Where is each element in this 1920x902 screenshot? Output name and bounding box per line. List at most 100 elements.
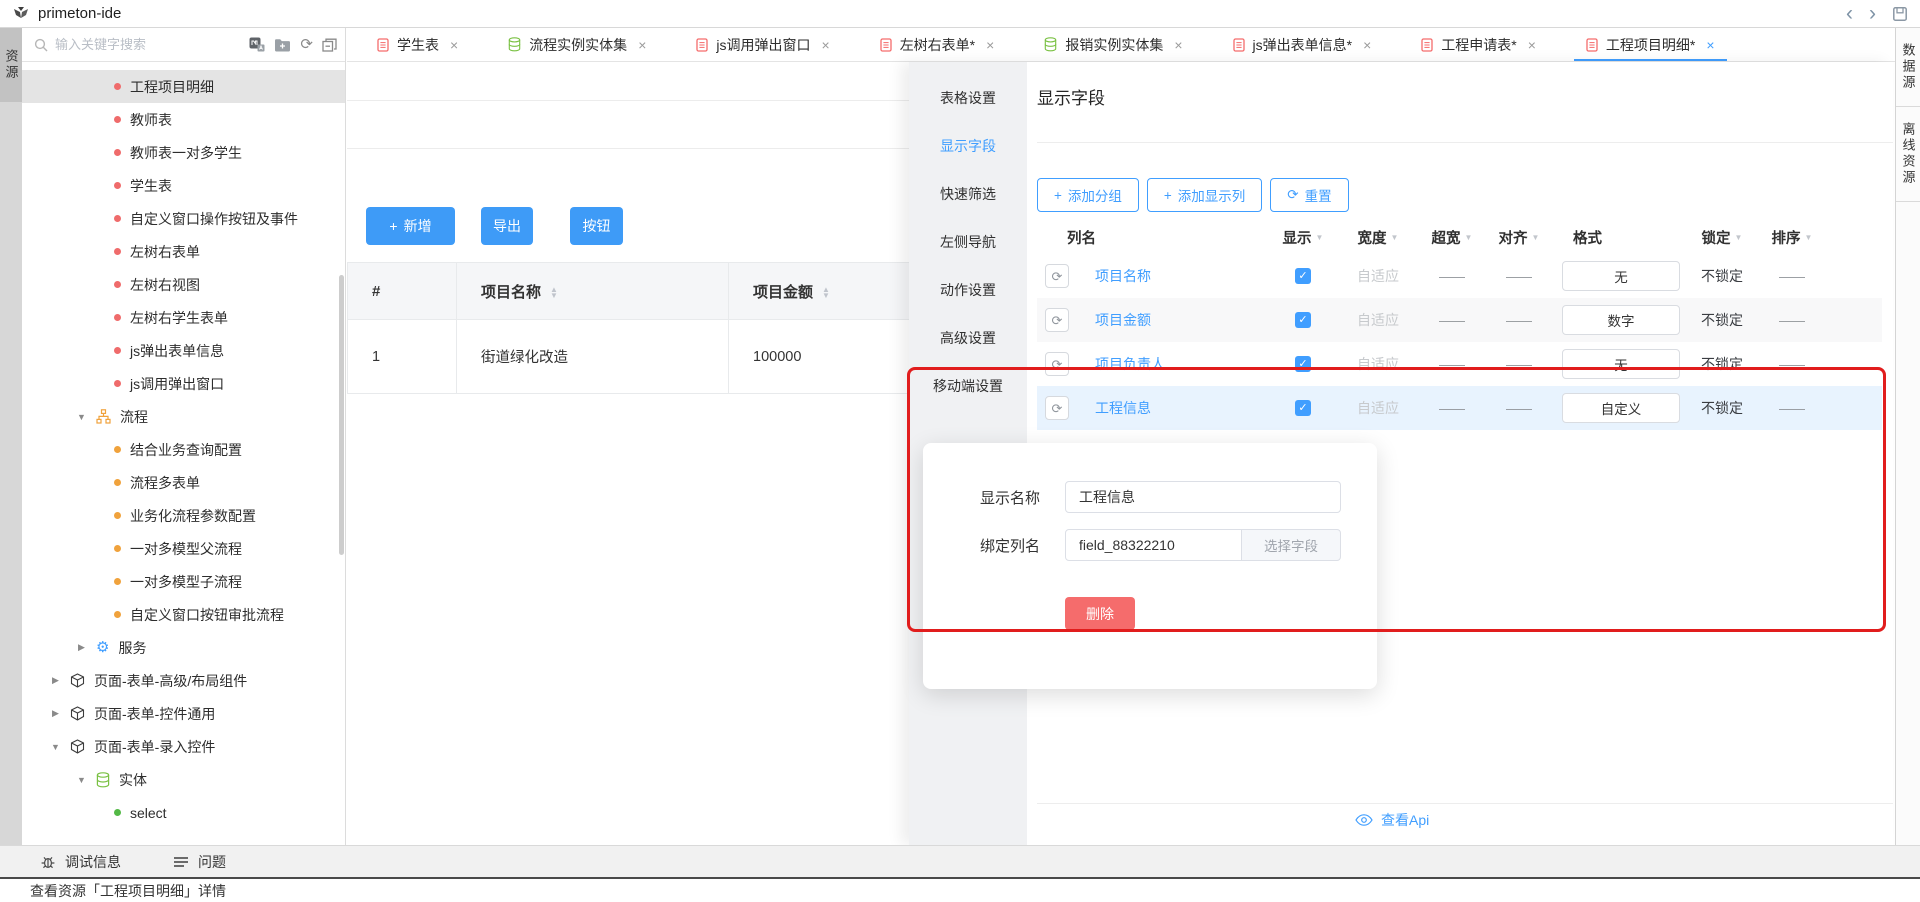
tree-item[interactable]: 左树右视图 [22,268,345,301]
show-checkbox[interactable]: ✓ [1295,268,1311,284]
format-select[interactable]: 无 [1562,261,1680,291]
delete-button[interactable]: 删除 [1065,597,1135,630]
table-row[interactable]: 1 街道绿化改造 100000 [348,320,910,394]
nav-item-action-settings[interactable]: 动作设置 [909,266,1027,314]
tree-item[interactable]: 自定义窗口按钮审批流程 [22,598,345,631]
tree-item[interactable]: select [22,796,345,829]
lock-value[interactable]: 不锁定 [1701,398,1743,418]
tree-item[interactable]: 一对多模型子流程 [22,565,345,598]
align-value[interactable]: —— [1506,401,1532,416]
col-header-width[interactable]: 宽度▼ [1335,227,1421,248]
wide-value[interactable]: —— [1439,313,1465,328]
chevron-down-icon[interactable]: ▼ [50,742,61,752]
sort-icon[interactable]: ▲▼ [550,287,558,299]
close-icon[interactable]: × [638,37,646,53]
chevron-right-icon[interactable]: ▶ [76,642,87,653]
sort-icon[interactable]: ▲▼ [822,287,830,299]
editor-tab[interactable]: 工程申请表*× [1403,28,1554,61]
lock-value[interactable]: 不锁定 [1701,310,1743,330]
sync-icon[interactable]: ⟳ [1045,396,1069,420]
tree-item[interactable]: 左树右学生表单 [22,301,345,334]
editor-tab-active[interactable]: 工程项目明细*× [1568,28,1733,61]
editor-tab[interactable]: 左树右表单*× [862,28,1013,61]
nav-item-advanced-settings[interactable]: 高级设置 [909,314,1027,362]
width-value[interactable]: 自适应 [1357,354,1399,374]
tree-group-page-advanced[interactable]: ▶页面-表单-高级/布局组件 [22,664,345,697]
close-icon[interactable]: × [1363,37,1371,53]
format-select[interactable]: 自定义 [1562,393,1680,423]
width-value[interactable]: 自适应 [1357,266,1399,286]
sync-icon[interactable]: ⟳ [1045,264,1069,288]
custom-button[interactable]: 按钮 [570,207,623,245]
close-icon[interactable]: × [450,37,458,53]
editor-tab[interactable]: js弹出表单信息*× [1215,28,1390,61]
tree-item[interactable]: 一对多模型父流程 [22,532,345,565]
locate-resource-icon[interactable] [249,37,265,52]
chevron-down-icon[interactable]: ▼ [76,775,87,785]
refresh-icon[interactable]: ⟳ [300,37,313,52]
col-header-sort[interactable]: 排序▼ [1757,227,1827,248]
tree-item[interactable]: 工程项目明细 [22,70,345,103]
col-header-show[interactable]: 显示▼ [1271,227,1335,248]
collapse-all-icon[interactable] [322,38,337,52]
show-checkbox[interactable]: ✓ [1295,400,1311,416]
add-column-button[interactable]: +添加显示列 [1147,178,1262,212]
nav-item-left-nav[interactable]: 左侧导航 [909,218,1027,266]
nav-item-quick-filter[interactable]: 快速筛选 [909,170,1027,218]
field-row[interactable]: ⟳ 项目负责人 ✓ 自适应 —— —— 无 不锁定 —— [1037,342,1882,386]
align-value[interactable]: —— [1506,313,1532,328]
problems-button[interactable]: 问题 [173,852,226,872]
show-checkbox[interactable]: ✓ [1295,356,1311,372]
save-icon[interactable] [1892,6,1908,22]
back-icon[interactable]: ‹ [1846,4,1853,24]
tree-item[interactable]: 业务化流程参数配置 [22,499,345,532]
close-icon[interactable]: × [1174,37,1182,53]
editor-tab[interactable]: 报销实例实体集× [1026,28,1200,61]
col-header-lock[interactable]: 锁定▼ [1687,227,1757,248]
add-group-button[interactable]: +添加分组 [1037,178,1139,212]
sort-value[interactable]: —— [1779,269,1805,284]
tree-item[interactable]: 结合业务查询配置 [22,433,345,466]
tree-item[interactable]: 教师表 [22,103,345,136]
sort-value[interactable]: —— [1779,401,1805,416]
tree-group-page-common[interactable]: ▶页面-表单-控件通用 [22,697,345,730]
field-row[interactable]: ⟳ 项目金额 ✓ 自适应 —— —— 数字 不锁定 —— [1037,298,1882,342]
editor-tab[interactable]: 流程实例实体集× [490,28,664,61]
debug-info-button[interactable]: 调试信息 [40,852,121,872]
field-name-link[interactable]: 项目负责人 [1081,354,1271,374]
field-name-link[interactable]: 工程信息 [1081,398,1271,418]
column-header-name[interactable]: 项目名称▲▼ [457,263,729,320]
wide-value[interactable]: —— [1439,357,1465,372]
nav-item-mobile-settings[interactable]: 移动端设置 [909,362,1027,410]
add-button[interactable]: +新增 [366,207,455,245]
column-header-amount[interactable]: 项目金额▲▼ [729,263,910,320]
chevron-right-icon[interactable]: ▶ [50,708,61,719]
field-row[interactable]: ⟳ 项目名称 ✓ 自适应 —— —— 无 不锁定 —— [1037,254,1882,298]
wide-value[interactable]: —— [1439,401,1465,416]
sort-value[interactable]: —— [1779,357,1805,372]
search-input[interactable] [55,37,242,52]
tree-item[interactable]: js调用弹出窗口 [22,367,345,400]
tree-item[interactable]: 左树右表单 [22,235,345,268]
forward-icon[interactable]: › [1869,4,1876,24]
show-checkbox[interactable]: ✓ [1295,312,1311,328]
dock-tab-offline-resource[interactable]: 离线资源 [1896,107,1920,202]
width-value[interactable]: 自适应 [1357,398,1399,418]
col-header-align[interactable]: 对齐▼ [1483,227,1555,248]
nav-item-display-fields[interactable]: 显示字段 [909,122,1027,170]
close-icon[interactable]: × [1528,37,1536,53]
close-icon[interactable]: × [822,37,830,53]
new-folder-icon[interactable] [274,38,291,52]
field-row-selected[interactable]: ⟳ 工程信息 ✓ 自适应 —— —— 自定义 不锁定 —— [1037,386,1882,430]
tree-group-services[interactable]: ▶⚙服务 [22,631,345,664]
sync-icon[interactable]: ⟳ [1045,352,1069,376]
tree-item[interactable]: 教师表一对多学生 [22,136,345,169]
reset-button[interactable]: ⟳重置 [1270,178,1348,212]
format-select[interactable]: 无 [1562,349,1680,379]
field-name-link[interactable]: 项目金额 [1081,310,1271,330]
lock-value[interactable]: 不锁定 [1701,266,1743,286]
dock-tab-resources[interactable]: 资源 [0,28,22,102]
sort-value[interactable]: —— [1779,313,1805,328]
tree-item[interactable]: 自定义窗口操作按钮及事件 [22,202,345,235]
align-value[interactable]: —— [1506,269,1532,284]
